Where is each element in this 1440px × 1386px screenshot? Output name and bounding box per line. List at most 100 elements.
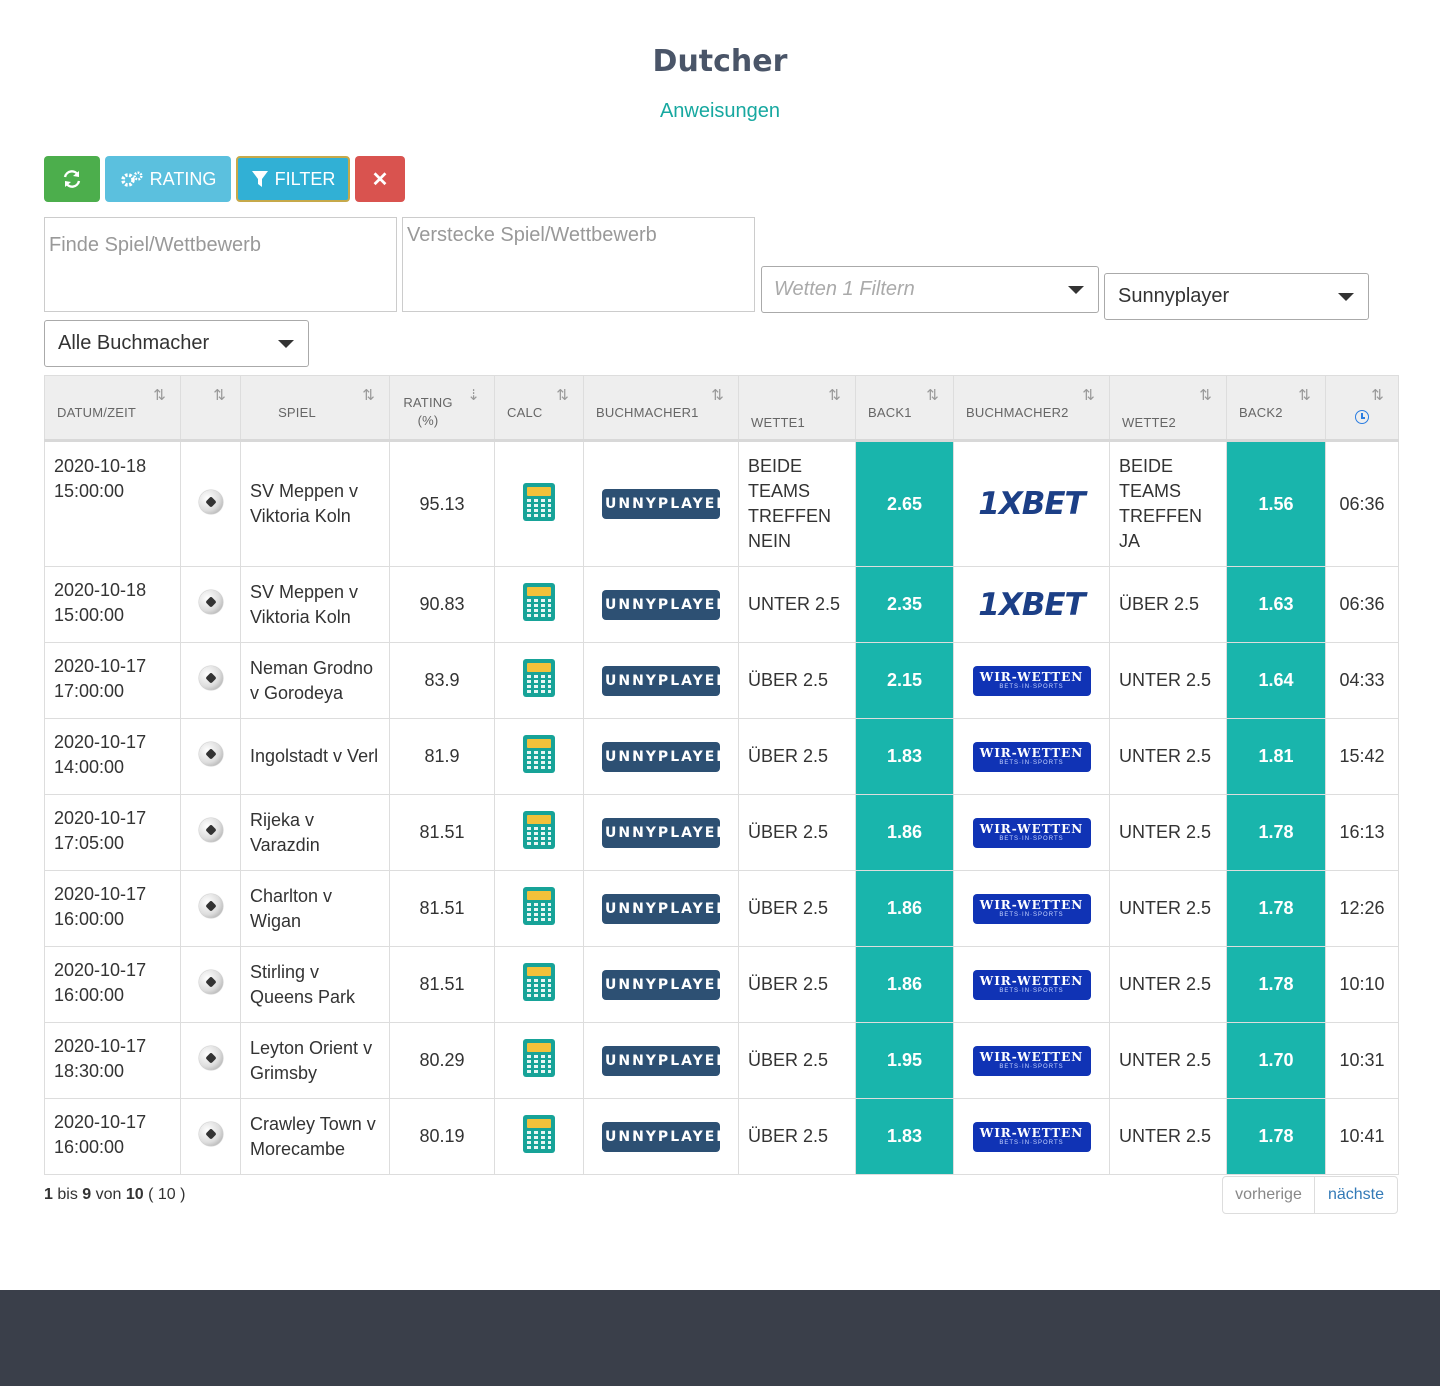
cell-back1[interactable]: 2.65 [855, 440, 954, 567]
header-calc[interactable]: CALC ⇅ [494, 375, 584, 442]
sunnyplayer-logo[interactable]: SUNNYPLAYER [593, 1045, 727, 1076]
table-row: 2020-10-18 15:00:00 SV Meppen v Viktoria… [44, 440, 1399, 567]
cell-back1[interactable]: 1.95 [855, 1022, 954, 1099]
wir-wetten-logo[interactable]: WIR-WETTEN BETS·IN·SPORTS [972, 742, 1091, 772]
cell-calc [494, 718, 584, 795]
chevron-down-icon [278, 339, 294, 348]
chevron-down-icon [1338, 292, 1354, 301]
cell-rating: 81.51 [389, 794, 495, 871]
cell-back2[interactable]: 1.56 [1226, 440, 1326, 567]
cell-bet2: UNTER 2.5 [1109, 794, 1227, 871]
bookmaker-select[interactable]: Sunnyplayer [1104, 273, 1369, 320]
find-game-input[interactable]: Finde Spiel/Wettbewerb [44, 217, 397, 312]
clear-button[interactable]: ✕ [355, 156, 405, 202]
calculator-icon[interactable] [523, 482, 555, 521]
header-wette2[interactable]: WETTE2 ⇅ [1109, 375, 1227, 442]
header-spiel[interactable]: SPIEL ⇅ [240, 375, 390, 442]
calculator-icon[interactable] [523, 1039, 555, 1077]
cell-back2[interactable]: 1.63 [1226, 566, 1326, 643]
cell-back1[interactable]: 1.83 [855, 718, 954, 795]
filter-button[interactable]: FILTER [236, 156, 350, 202]
calculator-icon[interactable] [523, 583, 555, 621]
cell-bet1: ÜBER 2.5 [738, 1098, 856, 1175]
pagination-info: 1 bis 9 von 10 ( 10 ) [44, 1186, 185, 1204]
rating-button[interactable]: RATING [105, 156, 231, 202]
refresh-button[interactable] [44, 156, 100, 202]
filter-icon [251, 171, 268, 187]
sunnyplayer-logo[interactable]: SUNNYPLAYER [593, 817, 727, 848]
cell-back2[interactable]: 1.81 [1226, 718, 1326, 795]
hide-game-input[interactable]: Verstecke Spiel/Wettbewerb [402, 217, 755, 312]
sort-icon: ⇅ [1298, 387, 1311, 404]
header-datum[interactable]: DATUM/ZEIT ⇅ [44, 375, 181, 442]
header-back1[interactable]: BACK1 ⇅ [855, 375, 954, 442]
calculator-icon[interactable] [523, 963, 555, 1001]
cell-back2[interactable]: 1.78 [1226, 1098, 1326, 1175]
header-buchmacher1[interactable]: BUCHMACHER1 ⇅ [583, 375, 739, 442]
1xbet-logo[interactable]: 1XBET [978, 486, 1085, 522]
cell-bookmaker1: SUNNYPLAYER [583, 1022, 739, 1099]
wir-wetten-logo[interactable]: WIR-WETTEN BETS·IN·SPORTS [972, 1046, 1091, 1076]
prev-page-button[interactable]: vorherige [1223, 1177, 1315, 1213]
wir-wetten-logo-text: WIR-WETTEN [979, 746, 1084, 760]
sunnyplayer-logo[interactable]: SUNNYPLAYER [593, 741, 727, 772]
sort-icon: ⇅ [1082, 387, 1095, 404]
calculator-icon[interactable] [523, 1115, 555, 1153]
wir-wetten-logo[interactable]: WIR-WETTEN BETS·IN·SPORTS [972, 666, 1091, 696]
wir-wetten-logo-tagline: BETS·IN·SPORTS [999, 912, 1064, 918]
cell-back2[interactable]: 1.78 [1226, 946, 1326, 1023]
next-page-button[interactable]: nächste [1315, 1177, 1397, 1213]
wir-wetten-logo[interactable]: WIR-WETTEN BETS·IN·SPORTS [972, 818, 1091, 848]
header-rating-label: RATING [403, 394, 453, 410]
cell-age: 10:31 [1325, 1022, 1399, 1099]
sunnyplayer-logo[interactable]: SUNNYPLAYER [593, 969, 727, 1000]
cell-back1[interactable]: 2.15 [855, 642, 954, 719]
sunnyplayer-logo[interactable]: SUNNYPLAYER [593, 1121, 727, 1152]
sort-icon: ⇅ [153, 387, 166, 404]
cell-back2[interactable]: 1.64 [1226, 642, 1326, 719]
cell-time: 16:00:00 [54, 909, 125, 929]
sunnyplayer-logo[interactable]: SUNNYPLAYER [593, 893, 727, 924]
calculator-icon[interactable] [523, 735, 555, 773]
calculator-icon[interactable] [523, 811, 555, 849]
wir-wetten-logo-tagline: BETS·IN·SPORTS [999, 836, 1064, 842]
cell-date: 2020-10-18 [54, 580, 147, 600]
wir-wetten-logo[interactable]: WIR-WETTEN BETS·IN·SPORTS [972, 1122, 1091, 1152]
cell-game: Ingolstadt v Verl [240, 718, 390, 795]
cell-back1[interactable]: 1.86 [855, 794, 954, 871]
calculator-icon[interactable] [523, 659, 555, 697]
sunnyplayer-logo[interactable]: SUNNYPLAYER [593, 665, 727, 696]
cell-age: 10:10 [1325, 946, 1399, 1023]
cell-datetime: 2020-10-17 14:00:00 [44, 718, 181, 795]
table-row: 2020-10-17 18:30:00 Leyton Orient v Grim… [44, 1022, 1399, 1099]
cell-back1[interactable]: 1.86 [855, 870, 954, 947]
cell-back1[interactable]: 1.86 [855, 946, 954, 1023]
cell-calc [494, 870, 584, 947]
all-bookmakers-select[interactable]: Alle Buchmacher [44, 320, 309, 367]
header-back1-label: BACK1 [868, 405, 912, 420]
cell-calc [494, 946, 584, 1023]
cell-back1[interactable]: 2.35 [855, 566, 954, 643]
header-buchmacher2[interactable]: BUCHMACHER2 ⇅ [953, 375, 1110, 442]
1xbet-logo[interactable]: 1XBET [978, 587, 1085, 623]
cell-back1[interactable]: 1.83 [855, 1098, 954, 1175]
cell-back2[interactable]: 1.70 [1226, 1022, 1326, 1099]
header-rating[interactable]: RATING (%) ⇣ [389, 375, 495, 442]
header-back2[interactable]: BACK2 ⇅ [1226, 375, 1326, 442]
instructions-link[interactable]: Anweisungen [0, 100, 1440, 123]
calculator-icon[interactable] [523, 887, 555, 925]
bet-filter-select[interactable]: Wetten 1 Filtern [761, 266, 1099, 313]
wir-wetten-logo[interactable]: WIR-WETTEN BETS·IN·SPORTS [972, 894, 1091, 924]
header-wette1[interactable]: WETTE1 ⇅ [738, 375, 856, 442]
cell-back2[interactable]: 1.78 [1226, 794, 1326, 871]
wir-wetten-logo[interactable]: WIR-WETTEN BETS·IN·SPORTS [972, 970, 1091, 1000]
cell-sport [180, 870, 241, 947]
sunnyplayer-logo[interactable]: SUNNYPLAYER [593, 589, 727, 620]
sort-icon: ⇅ [711, 387, 724, 404]
header-age[interactable]: ⇅ [1325, 375, 1399, 442]
sunnyplayer-logo[interactable]: SUNNYPLAYER [593, 489, 727, 519]
cell-back2[interactable]: 1.78 [1226, 870, 1326, 947]
pagination-from: 1 [44, 1186, 53, 1203]
cell-bookmaker1: SUNNYPLAYER [583, 870, 739, 947]
header-sport[interactable]: ⇅ [180, 375, 241, 442]
